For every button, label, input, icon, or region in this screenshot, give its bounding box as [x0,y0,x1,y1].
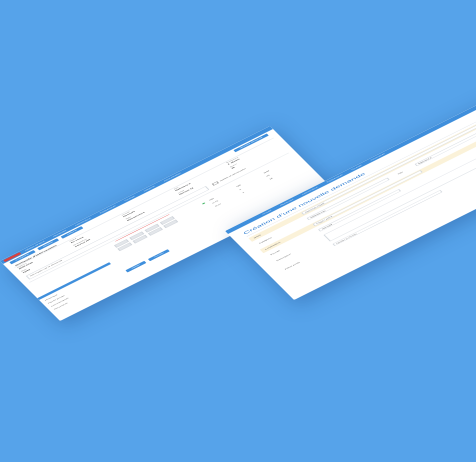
nav-item[interactable]: Paramètres [370,153,385,161]
mockup-stage: Tableau de bord Demandes Interventions É… [0,0,476,462]
description-field[interactable]: Description de la demande [25,186,210,280]
nav-item[interactable]: Contrats [124,195,135,201]
nav-item[interactable]: Accueil [262,210,272,216]
nav-item[interactable]: Équipements [99,205,116,214]
field-label: Priorité [270,249,281,256]
field-label: Pièce jointe [284,261,301,270]
field-label: Site [397,171,404,175]
footer-actions: Valider Annuler [125,248,171,273]
status-dot-icon [201,202,206,205]
cancel-button[interactable]: Annuler [148,248,171,262]
nav-item[interactable]: Équipements [326,174,343,183]
nav-item[interactable]: Administration [163,172,181,182]
checkbox-box[interactable] [211,181,219,186]
nav-item[interactable]: Contrats [351,164,362,170]
ticket-fields: Numéro 2020-0142 Statut En cours Priorité N… [17,139,279,274]
nav-item[interactable]: Interventions [75,217,92,226]
field-label: Description [276,253,292,262]
validate-button[interactable]: Valider [125,260,147,273]
nav-item[interactable]: Rapports [143,185,155,192]
subject-input[interactable]: Saisissez l'objet [301,118,476,215]
